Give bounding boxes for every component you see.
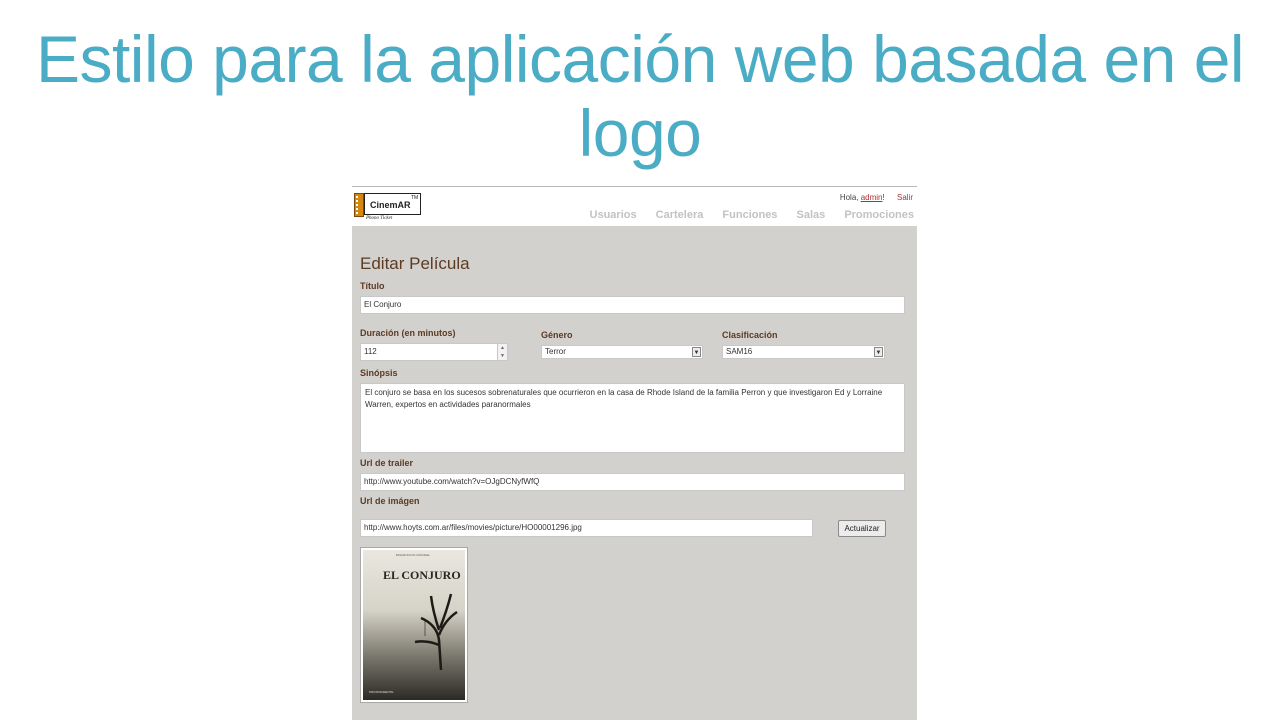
nav-item-promociones[interactable]: Promociones xyxy=(844,209,914,221)
stepper-arrows[interactable]: ▲ ▼ xyxy=(497,344,507,360)
chevron-down-icon[interactable]: ▼ xyxy=(874,347,883,357)
main-nav: Usuarios Cartelera Funciones Salas Promo… xyxy=(574,209,914,221)
stepper-down-icon[interactable]: ▼ xyxy=(498,352,507,360)
clasificacion-select[interactable]: SAM16 ▼ xyxy=(722,345,885,359)
greeting-prefix: Hola, xyxy=(839,193,861,202)
titulo-label: Título xyxy=(360,281,385,291)
nav-item-usuarios[interactable]: Usuarios xyxy=(590,209,637,221)
nav-item-salas[interactable]: Salas xyxy=(797,209,826,221)
titulo-input[interactable]: El Conjuro xyxy=(360,296,905,314)
imagen-label: Url de imágen xyxy=(360,496,420,506)
poster-footer: PROXIMAMENTE xyxy=(369,690,394,694)
app-logo[interactable]: CinemAR TM Phono Ticket xyxy=(354,191,422,223)
genero-label: Género xyxy=(541,330,573,340)
poster-tagline: BASADO EN UN CASO REAL xyxy=(396,554,430,557)
film-strip-icon xyxy=(354,193,364,217)
clasificacion-value: SAM16 xyxy=(726,347,753,356)
nav-item-cartelera[interactable]: Cartelera xyxy=(656,209,704,221)
greeting-suffix: ! xyxy=(882,193,885,202)
poster-title: EL CONJURO xyxy=(383,568,461,582)
app-screenshot: CinemAR TM Phono Ticket Hola, admin! Sal… xyxy=(352,186,917,720)
sinopsis-textarea[interactable]: El conjuro se basa en los sucesos sobren… xyxy=(360,383,905,453)
trailer-input[interactable]: http://www.youtube.com/watch?v=OJgDCNyfW… xyxy=(360,473,905,491)
app-header: CinemAR TM Phono Ticket Hola, admin! Sal… xyxy=(352,186,917,226)
genero-value: Terror xyxy=(545,347,566,356)
update-button[interactable]: Actualizar xyxy=(838,520,886,537)
clasificacion-label: Clasificación xyxy=(722,330,778,340)
logo-name: CinemAR xyxy=(370,200,411,210)
imagen-input[interactable]: http://www.hoyts.com.ar/files/movies/pic… xyxy=(360,519,813,537)
stepper-up-icon[interactable]: ▲ xyxy=(498,344,507,352)
logout-link[interactable]: Salir xyxy=(897,193,913,202)
user-bar: Hola, admin! Salir xyxy=(840,193,913,202)
duracion-value: 112 xyxy=(364,347,377,356)
duracion-stepper[interactable]: 112 ▲ ▼ xyxy=(360,343,508,361)
slide-title: Estilo para la aplicación web basada en … xyxy=(35,22,1245,170)
movie-poster: BASADO EN UN CASO REAL EL CONJURO PROXIM… xyxy=(360,547,468,703)
user-link[interactable]: admin xyxy=(861,193,883,202)
tree-icon xyxy=(414,593,458,670)
nav-item-funciones[interactable]: Funciones xyxy=(722,209,777,221)
poster-image: BASADO EN UN CASO REAL EL CONJURO PROXIM… xyxy=(363,550,465,700)
chevron-down-icon[interactable]: ▼ xyxy=(692,347,701,357)
trailer-label: Url de trailer xyxy=(360,458,414,468)
sinopsis-label: Sinópsis xyxy=(360,368,398,378)
duracion-label: Duración (en minutos) xyxy=(360,328,456,338)
form-heading: Editar Película xyxy=(360,254,470,273)
genero-select[interactable]: Terror ▼ xyxy=(541,345,703,359)
logo-subtitle: Phono Ticket xyxy=(366,216,393,221)
logo-trademark: TM xyxy=(411,195,419,201)
